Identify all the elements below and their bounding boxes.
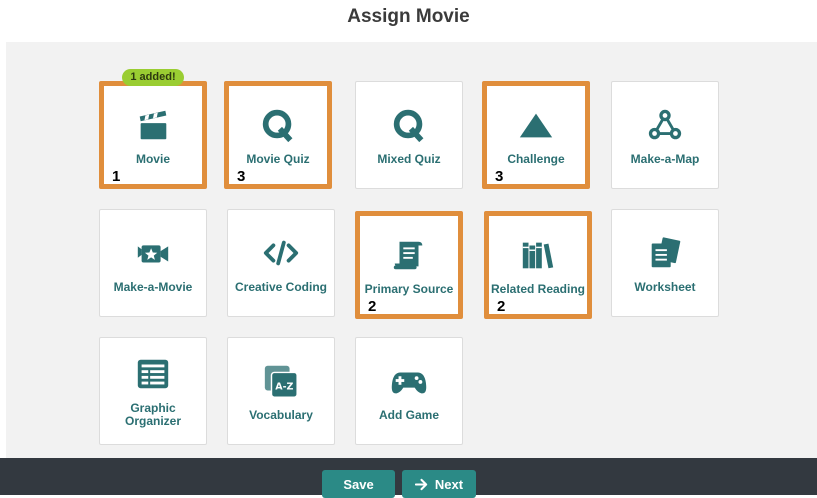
tile-mixed-quiz[interactable]: Mixed Quiz	[355, 81, 463, 189]
tile-label: Add Game	[378, 407, 439, 422]
tile-label: Graphic Organizer	[124, 401, 181, 428]
next-button-label: Next	[434, 476, 464, 492]
arrow-right-icon	[414, 478, 428, 491]
map-nodes-icon	[645, 105, 685, 145]
q-icon	[258, 105, 298, 145]
tile-challenge[interactable]: Challenge 3	[482, 81, 590, 189]
tile-number: 2	[368, 298, 377, 315]
table-icon	[133, 354, 173, 394]
tile-movie-quiz[interactable]: Movie Quiz 3	[224, 81, 332, 189]
page-title: Assign Movie	[347, 6, 470, 27]
q-icon	[389, 105, 429, 145]
tile-graphic-organizer[interactable]: Graphic Organizer	[99, 337, 207, 445]
added-badge: 1 added!	[122, 69, 184, 86]
tile-label: Vocabulary	[249, 407, 313, 422]
tile-vocabulary[interactable]: A-Z Vocabulary	[227, 337, 335, 445]
tile-number: 3	[495, 168, 504, 185]
tile-label: Related Reading	[490, 281, 586, 296]
tile-make-a-map[interactable]: Make-a-Map	[611, 81, 719, 189]
tile-label: Movie Quiz	[246, 151, 310, 166]
tile-label: Primary Source	[364, 281, 454, 296]
mountain-icon	[516, 105, 556, 145]
svg-text:A-Z: A-Z	[275, 381, 293, 392]
tile-label: Make-a-Movie	[113, 279, 193, 294]
scroll-icon	[389, 235, 429, 275]
tile-label: Movie	[135, 151, 170, 166]
tile-add-game[interactable]: Add Game	[355, 337, 463, 445]
tile-related-reading[interactable]: Related Reading 2	[484, 211, 592, 319]
clapperboard-icon	[133, 105, 173, 145]
next-button[interactable]: Next	[402, 470, 476, 498]
tile-number: 1	[112, 168, 121, 185]
code-icon	[261, 233, 301, 273]
tile-label: Creative Coding	[234, 279, 327, 294]
tile-worksheet[interactable]: Worksheet	[611, 209, 719, 317]
az-cards-icon: A-Z	[261, 361, 301, 401]
save-button[interactable]: Save	[322, 470, 395, 498]
tile-make-a-movie[interactable]: Make-a-Movie	[99, 209, 207, 317]
tile-number: 3	[237, 168, 246, 185]
tile-primary-source[interactable]: Primary Source 2	[355, 211, 463, 319]
tile-movie[interactable]: Movie 1	[99, 81, 207, 189]
tile-number: 2	[497, 298, 506, 315]
tile-label: Worksheet	[634, 279, 696, 294]
worksheet-icon	[645, 233, 685, 273]
tile-label: Mixed Quiz	[377, 151, 441, 166]
books-icon	[518, 235, 558, 275]
camera-icon	[133, 233, 173, 273]
tile-creative-coding[interactable]: Creative Coding	[227, 209, 335, 317]
save-button-label: Save	[343, 476, 374, 492]
tile-label: Challenge	[507, 151, 565, 166]
tile-label: Make-a-Map	[630, 151, 700, 166]
gamepad-icon	[389, 361, 429, 401]
